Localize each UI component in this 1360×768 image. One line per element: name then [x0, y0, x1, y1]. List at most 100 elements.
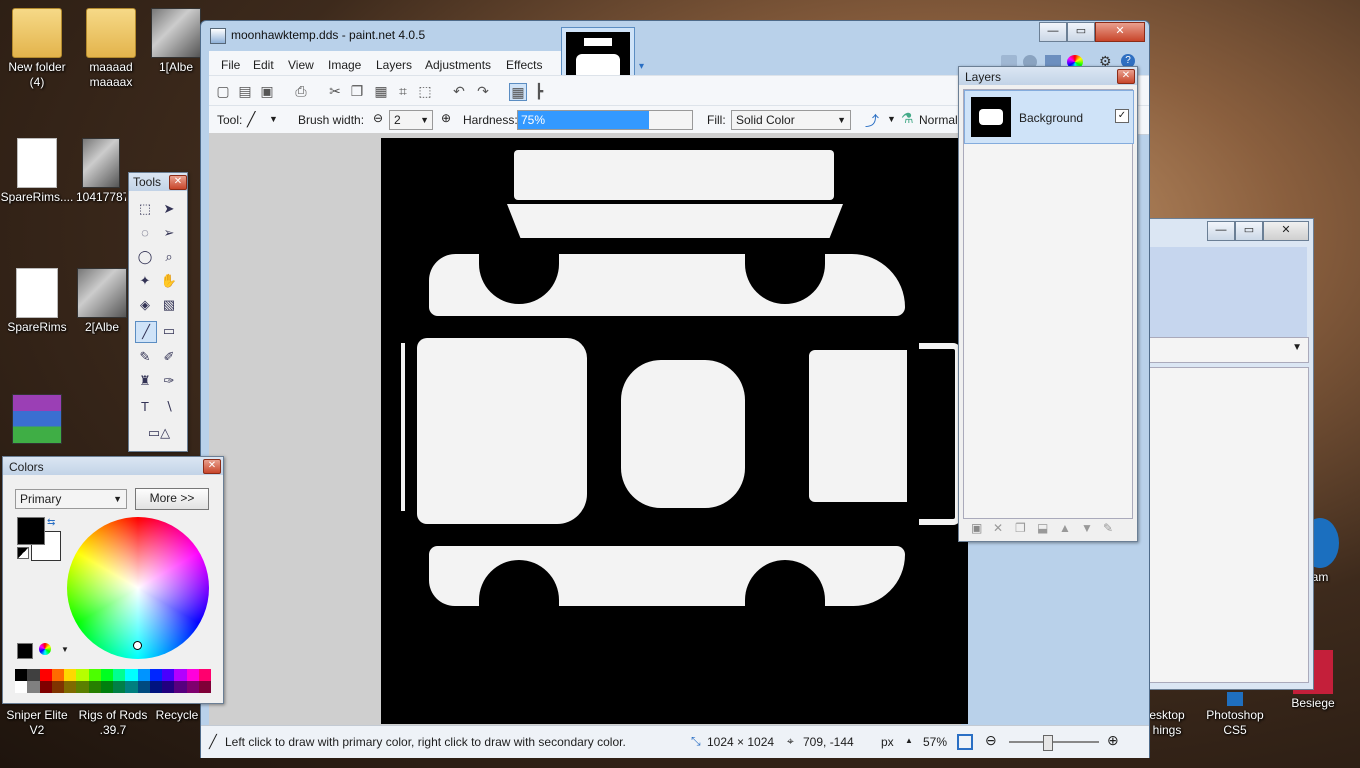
colors-close-button[interactable]: ✕	[203, 459, 221, 474]
palette-swatch[interactable]	[113, 669, 126, 681]
palette-swatch[interactable]	[15, 669, 28, 681]
layers-panel-header[interactable]: Layers ✕	[959, 67, 1137, 85]
palette-swatch[interactable]	[76, 681, 89, 693]
palette-swatch[interactable]	[51, 669, 64, 681]
palette-swatch[interactable]	[186, 669, 199, 681]
palette-swatch[interactable]	[198, 669, 211, 681]
bg-maximize-button[interactable]: ▭	[1235, 221, 1263, 241]
more-button[interactable]: More >>	[135, 488, 209, 510]
zoom-out-icon[interactable]: ⊖	[985, 732, 997, 749]
bg-minimize-button[interactable]: —	[1207, 221, 1235, 241]
desktop-icon-recycle[interactable]: Recycle	[152, 708, 202, 723]
line-curve-icon[interactable]: ∖	[159, 397, 179, 417]
cut-icon[interactable]: ✂	[327, 83, 343, 99]
desktop-icon-albedo2[interactable]: 2[Albe	[76, 268, 128, 335]
bg-window-dropdown[interactable]: ▼	[1147, 337, 1309, 363]
increase-icon[interactable]: ⊕	[441, 111, 451, 125]
zoom-slider[interactable]	[1009, 735, 1099, 751]
color-palette[interactable]	[15, 669, 211, 693]
desktop-icon-sparerims-file[interactable]: SpareRims....	[0, 138, 74, 205]
background-window[interactable]: — ▭ ✕ ▼	[1140, 218, 1314, 690]
colors-panel[interactable]: Colors ✕ Primary ▼ More >> ⇆ ▼	[2, 456, 224, 704]
layer-visibility-checkbox[interactable]: ✓	[1115, 109, 1129, 123]
title-bar[interactable]: moonhawktemp.dds - paint.net 4.0.5 — ▭ ✕	[201, 21, 1149, 49]
tab-dropdown-icon[interactable]: ▾	[639, 61, 644, 72]
hardness-slider[interactable]: 75%	[517, 110, 693, 130]
color-picker-icon[interactable]: ✐	[159, 347, 179, 367]
chevron-down-icon[interactable]: ▼	[269, 114, 278, 124]
palette-swatch[interactable]	[39, 681, 52, 693]
palette-menu-icon[interactable]	[39, 643, 51, 655]
palette-swatch[interactable]	[137, 669, 150, 681]
layers-panel[interactable]: Layers ✕ Background ✓ ▣ ✕ ❐ ⬓ ▲ ▼ ✎	[958, 66, 1138, 542]
palette-swatch[interactable]	[39, 669, 52, 681]
minimize-button[interactable]: —	[1039, 22, 1067, 42]
chevron-down-icon[interactable]: ▼	[887, 114, 896, 124]
paint-bucket-icon[interactable]: ◈	[135, 295, 155, 315]
desktop-icon-photoshop[interactable]: Photoshop CS5	[1198, 692, 1272, 738]
antialias-icon[interactable]: ⤴	[865, 111, 879, 131]
chevron-up-icon[interactable]: ▲	[905, 736, 913, 745]
palette-swatch[interactable]	[162, 681, 175, 693]
zoom-value[interactable]: 57%	[923, 735, 947, 749]
palette-swatch[interactable]	[113, 681, 126, 693]
unit-selector[interactable]: px	[881, 735, 894, 749]
menu-edit[interactable]: Edit	[253, 58, 274, 72]
zoom-in-icon[interactable]: ⊕	[1107, 732, 1119, 749]
pencil-icon[interactable]: ✎	[135, 347, 155, 367]
palette-swatch[interactable]	[100, 669, 113, 681]
maximize-button[interactable]: ▭	[1067, 22, 1095, 42]
palette-swatch[interactable]	[125, 681, 138, 693]
magic-wand-icon[interactable]: ✦	[135, 271, 155, 291]
delete-layer-icon[interactable]: ✕	[993, 521, 1003, 535]
palette-swatch[interactable]	[149, 681, 162, 693]
desktop-icon-sniper[interactable]: Sniper Elite V2	[0, 708, 74, 738]
decrease-icon[interactable]: ⊖	[373, 111, 383, 125]
chevron-down-icon[interactable]: ▼	[61, 645, 69, 654]
grid-icon[interactable]: ▦	[509, 83, 527, 101]
new-file-icon[interactable]: ▢	[215, 83, 231, 99]
menu-adjustments[interactable]: Adjustments	[425, 58, 491, 72]
move-selection-icon[interactable]: ➢	[159, 223, 179, 243]
palette-swatch[interactable]	[88, 681, 101, 693]
palette-swatch[interactable]	[174, 669, 187, 681]
desktop-icon-new-folder[interactable]: New folder (4)	[0, 8, 74, 90]
brush-width-input[interactable]: 2 ▼	[389, 110, 433, 130]
palette-swatch[interactable]	[162, 669, 175, 681]
canvas-workspace[interactable]	[209, 133, 968, 725]
palette-swatch[interactable]	[198, 681, 211, 693]
menu-image[interactable]: Image	[328, 58, 361, 72]
palette-swatch[interactable]	[76, 669, 89, 681]
palette-swatch[interactable]	[15, 681, 28, 693]
eraser-icon[interactable]: ▭	[159, 321, 179, 341]
swap-colors-icon[interactable]: ⇆	[47, 517, 55, 528]
pan-hand-icon[interactable]: ✋	[159, 271, 179, 291]
fill-select[interactable]: Solid Color ▼	[731, 110, 851, 130]
move-layer-down-icon[interactable]: ▼	[1081, 521, 1093, 535]
blend-mode-icon[interactable]: ⚗	[901, 110, 914, 127]
palette-swatch[interactable]	[137, 681, 150, 693]
shapes-icon[interactable]: ▭△	[143, 423, 175, 443]
tools-close-button[interactable]: ✕	[169, 175, 187, 190]
primary-color-swatch[interactable]	[17, 517, 45, 545]
desktop-icon-albedo1[interactable]: 1[Albe	[150, 8, 202, 75]
bg-close-button[interactable]: ✕	[1263, 221, 1309, 241]
lasso-select-icon[interactable]: ◌	[135, 223, 155, 243]
reset-colors-icon[interactable]	[17, 547, 29, 559]
print-icon[interactable]: ⎙	[293, 83, 309, 99]
desktop-icon-rigs[interactable]: Rigs of Rods .39.7	[76, 708, 150, 738]
tools-panel[interactable]: Tools ✕ ⬚ ➤ ◌ ➢ ◯ ⌕ ✦ ✋ ◈ ▧ ╱ ▭ ✎ ✐ ♜ ✑ …	[128, 172, 188, 452]
clone-stamp-icon[interactable]: ♜	[135, 371, 155, 391]
ellipse-select-icon[interactable]: ◯	[135, 247, 155, 267]
layers-close-button[interactable]: ✕	[1117, 69, 1135, 84]
menu-effects[interactable]: Effects	[506, 58, 542, 72]
palette-swatch[interactable]	[149, 669, 162, 681]
layer-item[interactable]: Background ✓	[964, 90, 1134, 144]
open-file-icon[interactable]: ▤	[237, 83, 253, 99]
blend-mode-value[interactable]: Normal	[919, 113, 959, 127]
zoom-icon[interactable]: ⌕	[159, 247, 179, 267]
paste-icon[interactable]: ▦	[373, 83, 389, 99]
redo-icon[interactable]: ↷	[475, 83, 491, 99]
palette-swatch[interactable]	[64, 669, 77, 681]
color-mode-select[interactable]: Primary ▼	[15, 489, 127, 509]
